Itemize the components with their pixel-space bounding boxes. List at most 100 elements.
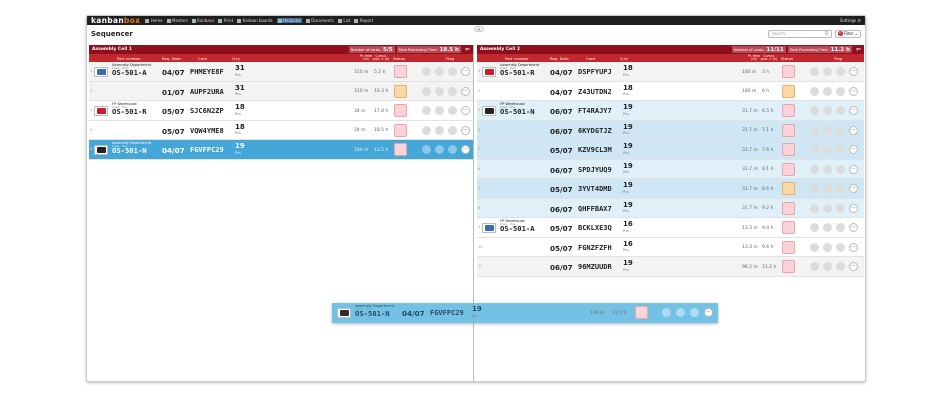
status-swatch[interactable] [394,143,407,156]
card-code[interactable]: FT4RAJY7 [578,107,612,115]
card-code[interactable]: AUPF2URA [190,88,224,96]
status-swatch[interactable] [782,162,795,176]
card-row[interactable]: 4 06/07 6KYDGTJZ 19 Pcs 31.7 m 7.1 h ⋯ [477,120,864,140]
status-swatch[interactable] [782,123,795,137]
settings-link[interactable]: Settings ⚙ [840,18,861,23]
more-options-icon[interactable]: ⋯ [849,106,858,115]
status-swatch[interactable] [782,143,795,156]
more-options-icon[interactable]: ⋯ [849,67,858,76]
filter-button[interactable]: 0 Filter ⌄ [834,29,861,38]
flag-toggle[interactable] [836,125,845,135]
flag-toggle[interactable] [448,106,457,115]
flag-toggle[interactable] [448,86,457,96]
nav-item-list[interactable]: List [337,18,350,23]
card-row[interactable]: 3 FP Warehouse Case · Pos OS-501-N 06/07 FT4R… [477,101,864,121]
card-row[interactable]: 7 05/07 3YVT4DMD 19 Pcs 31.7 m 8.6 h ⋯ [477,179,864,199]
status-swatch[interactable] [782,84,795,98]
card-code[interactable]: BCKLXE3Q [578,224,612,232]
flag-toggle[interactable] [823,164,832,174]
more-options-icon[interactable]: ⋯ [849,86,858,96]
flag-toggle[interactable] [823,223,832,232]
nav-item-documents[interactable]: Documents [305,18,334,23]
flag-toggle[interactable] [836,262,845,271]
flag-toggle[interactable] [810,145,819,154]
flag-toggle[interactable] [823,106,832,115]
card-code[interactable]: KZV9CL3M [578,146,612,154]
card-row[interactable]: 5 Assembly Department Case · Pos OS-501-N 04… [89,140,473,160]
flag-toggle[interactable] [823,203,832,213]
status-swatch[interactable] [782,65,795,78]
flag-toggle[interactable] [836,106,845,115]
status-swatch[interactable] [394,104,407,117]
more-options-icon[interactable]: ⋯ [849,262,858,271]
flag-toggle[interactable] [810,106,819,115]
flag-toggle[interactable] [435,86,444,96]
nav-item-kanban-boards[interactable]: Kanban boards [237,18,273,23]
card-code[interactable]: Z43UTDN2 [578,88,612,96]
flag-toggle[interactable] [448,125,457,135]
more-options-icon[interactable]: ⋯ [849,203,858,213]
status-swatch[interactable] [394,65,407,78]
more-options-icon[interactable]: ⋯ [849,145,858,154]
flag-toggle[interactable] [836,203,845,213]
status-swatch[interactable] [782,221,795,234]
flag-toggle[interactable] [810,262,819,271]
card-row[interactable]: 11 06/07 96MZUUDR 19 Pcs 98.2 m 11.2 h ⋯ [477,257,864,277]
more-options-icon[interactable]: ⋯ [461,145,470,154]
more-options-icon[interactable]: ⋯ [461,106,470,115]
nav-item-report[interactable]: Report [354,18,373,23]
flag-toggle[interactable] [836,223,845,232]
flag-toggle[interactable] [435,145,444,154]
flag-toggle[interactable] [435,67,444,76]
dragged-card-row[interactable]: Assembly Department Case · Pos OS-501-N 04/… [332,303,718,323]
flag-toggle[interactable] [836,145,845,154]
card-code[interactable]: PHMEYE8F [190,68,224,76]
card-row[interactable]: 9 FP Warehouse Case · Pos OS-501-A 05/07 BCKL… [477,218,864,238]
card-row[interactable]: 2 01/07 AUPF2URA 31 Pcs 310 m 10.3 h ⋯ [89,81,473,101]
more-options-icon[interactable]: ⋯ [461,86,470,96]
card-code[interactable]: FGVFPC29 [190,146,224,154]
flag-toggle[interactable] [422,145,431,154]
flag-toggle[interactable] [810,242,819,252]
card-row[interactable]: 4 05/07 VQW4YME8 18 Pcs 34 m 18.5 h ⋯ [89,120,473,140]
more-options-icon[interactable]: ⋯ [849,164,858,174]
arrow-left-icon[interactable]: ⇐ [465,46,470,53]
flag-toggle[interactable] [422,86,431,96]
card-code[interactable]: FGNZFZFH [578,244,612,252]
card-code[interactable]: SPDJYUQ9 [578,166,612,174]
flag-toggle[interactable] [435,125,444,135]
card-code[interactable]: DSPFYUPJ [578,68,612,76]
flag-toggle[interactable] [810,223,819,232]
nav-item-kanbans[interactable]: Kanbans [191,18,214,23]
card-row[interactable]: 8 06/07 QHFFBAX7 19 Pcs 31.7 m 9.2 h ⋯ [477,198,864,218]
flag-toggle[interactable] [823,86,832,96]
flag-toggle[interactable] [810,184,819,193]
card-row[interactable]: 1 Assembly Department Case · Pos OS-501-A 04… [89,62,473,82]
flag-toggle[interactable] [823,67,832,76]
card-row[interactable]: 6 06/07 SPDJYUQ9 19 Pcs 31.7 m 8.1 h ⋯ [477,159,864,179]
card-row[interactable]: 3 FP Warehouse Case · Pos OS-501-R 05/07 SJC6… [89,101,473,121]
status-swatch[interactable] [394,84,407,98]
status-swatch[interactable] [782,182,795,195]
flag-toggle[interactable] [836,242,845,252]
search-icon[interactable]: ⚲ [824,30,828,37]
flag-toggle[interactable] [422,106,431,115]
card-code[interactable]: QHFFBAX7 [578,205,612,213]
more-options-icon[interactable]: ⋯ [849,184,858,193]
more-options-icon[interactable]: ⋯ [849,223,858,232]
card-row[interactable]: 10 05/07 FGNZFZFH 16 Pcs 13.3 m 9.6 h ⋯ [477,237,864,257]
flag-toggle[interactable] [422,67,431,76]
collapse-chevron-icon[interactable]: ⌄ [474,26,484,32]
more-options-icon[interactable]: ⋯ [461,67,470,76]
flag-toggle[interactable] [810,203,819,213]
card-code[interactable]: 6KYDGTJZ [578,127,612,135]
flag-toggle[interactable] [448,67,457,76]
more-options-icon[interactable]: ⋯ [849,125,858,135]
flag-toggle[interactable] [810,125,819,135]
flag-toggle[interactable] [836,164,845,174]
flag-toggle[interactable] [422,125,431,135]
nav-item-masters[interactable]: Masters [166,18,188,23]
more-options-icon[interactable]: ⋯ [461,125,470,135]
nav-item-home[interactable]: Home [145,18,163,23]
flag-toggle[interactable] [435,106,444,115]
